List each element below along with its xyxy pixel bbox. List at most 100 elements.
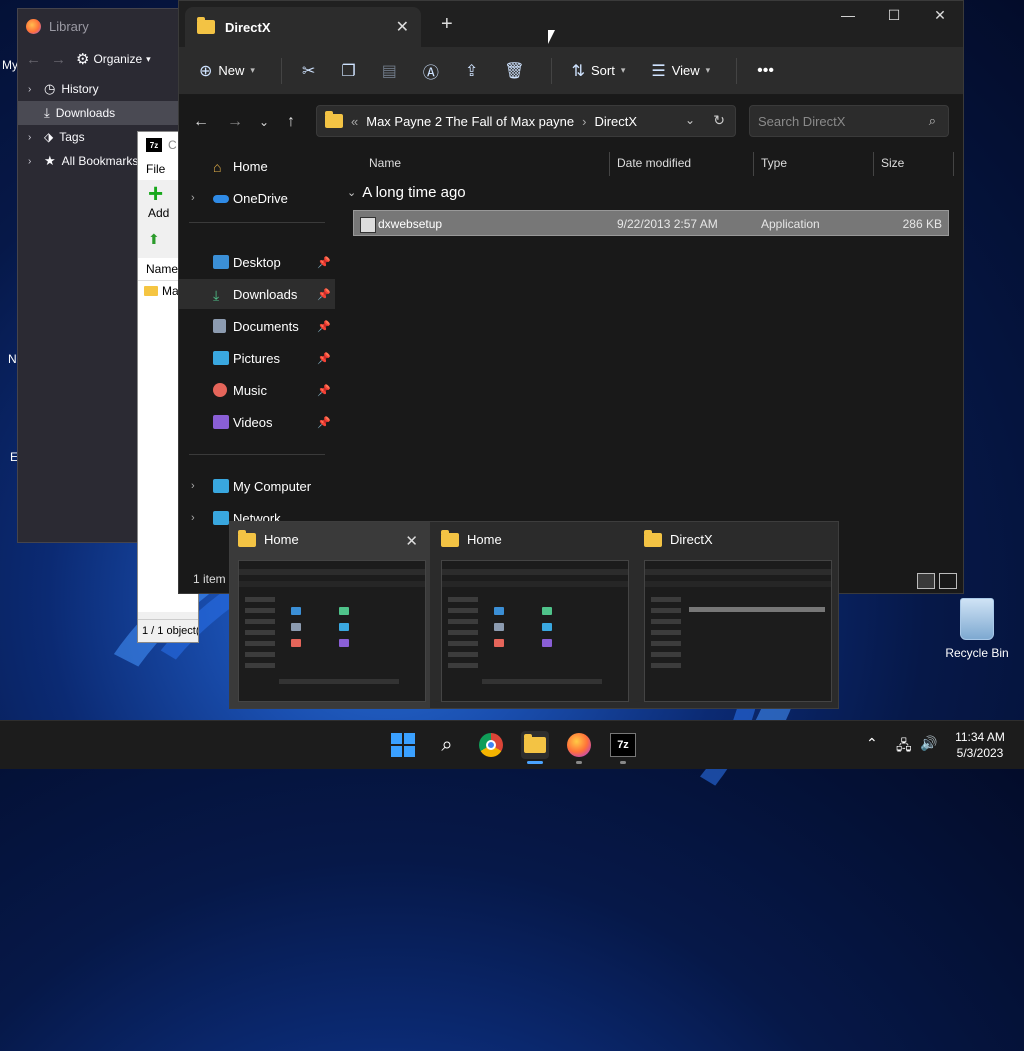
search-input[interactable]: Search DirectX ⌕	[749, 105, 949, 137]
maximize-button[interactable]: ☐	[871, 7, 917, 24]
nav-item-pictures[interactable]: Pictures 📌	[179, 343, 335, 373]
show-hidden-icons-chevron-icon[interactable]: ⌃	[866, 735, 878, 752]
running-indicator	[576, 761, 582, 764]
minimize-button[interactable]: —	[825, 7, 871, 23]
thumbnail-home-2[interactable]: Home	[433, 522, 633, 708]
cloud-icon	[213, 195, 229, 203]
address-bar[interactable]: « Max Payne 2 The Fall of Max payne › Di…	[316, 105, 736, 137]
organize-button[interactable]: ⚙ Organize ▾	[76, 50, 151, 68]
cut-button[interactable]: ✂	[302, 61, 315, 81]
up-button[interactable]: ↑	[287, 113, 295, 131]
video-icon	[213, 415, 229, 429]
close-icon[interactable]: ✕	[405, 532, 418, 550]
list-item-label: Ma	[162, 284, 179, 298]
network-tray-icon[interactable]: 🖧	[896, 735, 912, 759]
chevron-right-icon[interactable]: ›	[191, 192, 195, 204]
sort-button[interactable]: ⇅ Sort ▾	[572, 61, 626, 81]
copy-button[interactable]: ❐	[341, 61, 355, 81]
tab-directx[interactable]: DirectX ✕	[185, 7, 421, 47]
plus-circle-icon: ⊕	[199, 62, 213, 80]
rename-button[interactable]: Ⓐ	[423, 59, 439, 83]
chevron-right-icon[interactable]: ›	[191, 480, 195, 492]
view-label: View	[671, 63, 700, 78]
nav-item-videos[interactable]: Videos 📌	[179, 407, 335, 437]
library-item-label: History	[61, 82, 99, 96]
download-icon: ⤓	[44, 105, 50, 120]
new-button[interactable]: ⊕ New ▾	[199, 61, 255, 81]
library-titlebar[interactable]: Library	[18, 9, 198, 43]
desktop-icon	[213, 255, 229, 269]
nav-item-home[interactable]: ⌂ Home	[179, 151, 335, 181]
desktop-icon-label[interactable]: N	[8, 352, 17, 366]
recycle-bin-desktop-icon[interactable]: Recycle Bin	[945, 598, 1009, 660]
firefox-icon	[567, 733, 591, 757]
recent-locations-button[interactable]: ⌄	[259, 115, 269, 129]
nav-item-desktop[interactable]: Desktop 📌	[179, 247, 335, 277]
sort-label: Sort	[590, 63, 615, 78]
breadcrumb-item[interactable]: DirectX	[594, 114, 637, 129]
mouse-cursor-icon	[548, 30, 555, 44]
explorer-address-row: ← → ⌄ ↑ « Max Payne 2 The Fall of Max pa…	[179, 95, 963, 149]
column-header-size[interactable]: Size	[881, 148, 904, 178]
group-header[interactable]: ⌄ A long time ago	[347, 184, 466, 201]
tiles-view-icon[interactable]	[939, 573, 957, 589]
sevenzip-taskbar-button[interactable]: 7z	[609, 731, 637, 759]
desktop-icon-label[interactable]: My	[2, 58, 18, 72]
chevron-right-icon[interactable]: ›	[28, 84, 38, 95]
share-button[interactable]: ⇪	[465, 61, 478, 81]
search-button[interactable]: ⌕	[433, 731, 461, 759]
paste-button[interactable]: ▤	[382, 61, 397, 81]
tab-title: DirectX	[225, 19, 271, 35]
more-options-button[interactable]: •••	[757, 62, 774, 80]
chrome-taskbar-button[interactable]	[477, 731, 505, 759]
chevron-down-icon[interactable]: ⌄	[685, 113, 695, 127]
pin-icon[interactable]: 📌	[317, 320, 331, 333]
chevron-right-icon[interactable]: ›	[28, 132, 38, 143]
library-item-downloads[interactable]: ⤓ Downloads	[18, 101, 198, 125]
thumbnail-home-1[interactable]: Home ✕	[230, 522, 430, 708]
thumbnail-directx[interactable]: DirectX	[636, 522, 836, 708]
nav-item-documents[interactable]: Documents 📌	[179, 311, 335, 341]
tag-icon: ⬗	[44, 130, 54, 144]
forward-button[interactable]: →	[227, 113, 243, 131]
pin-icon[interactable]: 📌	[317, 288, 331, 301]
breadcrumb-item[interactable]: Max Payne 2 The Fall of Max payne	[366, 114, 574, 129]
refresh-icon[interactable]: ↻	[713, 112, 725, 129]
overflow-chevron-icon[interactable]: «	[351, 114, 358, 129]
firefox-taskbar-button[interactable]	[565, 731, 593, 759]
forward-arrow-icon[interactable]: →	[51, 51, 66, 68]
volume-icon[interactable]: 🔊	[920, 735, 937, 752]
sevenzip-icon: 7z	[610, 733, 636, 757]
file-explorer-taskbar-button[interactable]	[521, 731, 549, 759]
column-header-type[interactable]: Type	[761, 148, 787, 178]
chevron-right-icon[interactable]: ›	[191, 512, 195, 524]
start-button[interactable]	[389, 731, 417, 759]
close-window-button[interactable]: ✕	[917, 7, 963, 24]
back-arrow-icon[interactable]: ←	[26, 51, 41, 68]
table-row[interactable]: dxwebsetup 9/22/2013 2:57 AM Application…	[353, 210, 949, 236]
pin-icon[interactable]: 📌	[317, 256, 331, 269]
new-tab-button[interactable]: +	[441, 13, 453, 36]
pin-icon[interactable]: 📌	[317, 416, 331, 429]
system-clock[interactable]: 11:34 AM 5/3/2023	[946, 729, 1014, 761]
column-header-date-modified[interactable]: Date modified	[617, 148, 691, 178]
view-button[interactable]: ☰ View ▾	[651, 61, 710, 81]
pin-icon[interactable]: 📌	[317, 352, 331, 365]
delete-button[interactable]: 🗑	[504, 61, 524, 81]
chevron-right-icon[interactable]: ›	[28, 156, 38, 167]
file-explorer-window[interactable]: DirectX ✕ + — ☐ ✕ ⊕ New ▾ ✂ ❐ ▤ Ⓐ ⇪ 🗑 ⇅ …	[178, 0, 964, 594]
close-tab-icon[interactable]: ✕	[396, 17, 409, 37]
copy-icon: ❐	[341, 62, 356, 80]
nav-item-downloads[interactable]: ⤓ Downloads 📌	[179, 279, 335, 309]
sevenzip-logo-icon: 7z	[146, 138, 162, 152]
pin-icon[interactable]: 📌	[317, 384, 331, 397]
nav-item-onedrive[interactable]: › OneDrive	[179, 183, 335, 213]
library-item-history[interactable]: › ◷ History	[18, 77, 198, 101]
back-button[interactable]: ←	[193, 113, 209, 131]
details-view-icon[interactable]	[917, 573, 935, 589]
folder-up-icon[interactable]: ⬆	[148, 231, 160, 248]
nav-item-music[interactable]: Music 📌	[179, 375, 335, 405]
taskbar-thumbnail-popup: Home ✕ Home DirectX	[229, 521, 839, 709]
nav-item-my-computer[interactable]: › My Computer	[179, 471, 335, 501]
column-header-name[interactable]: Name	[369, 148, 401, 178]
